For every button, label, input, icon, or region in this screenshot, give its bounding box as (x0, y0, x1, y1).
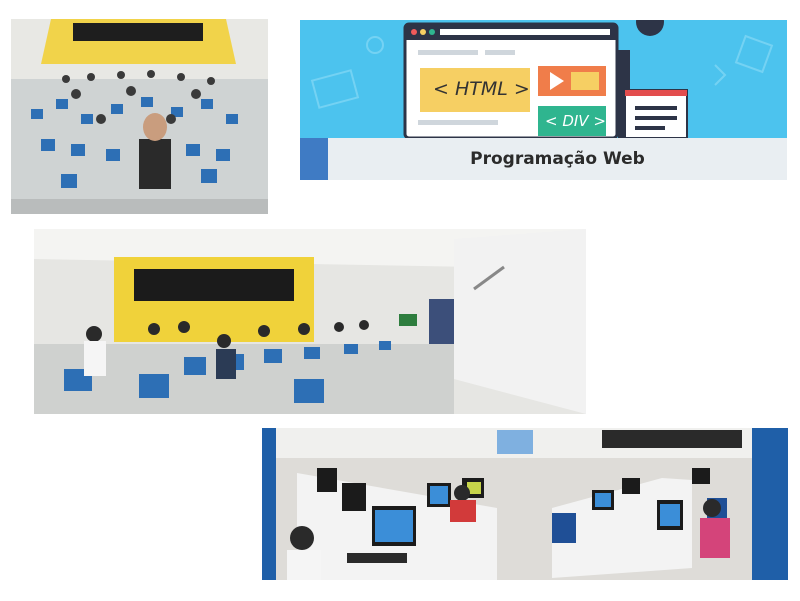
classroom-panorama-photo (34, 229, 586, 414)
banner-title-bar: Programação Web (300, 138, 787, 180)
classroom-selfie-photo (11, 19, 268, 214)
banner-title: Programação Web (470, 149, 645, 169)
html-tag-label: < HTML > (433, 78, 530, 100)
computer-lab-panorama-photo (262, 428, 788, 580)
div-tag-label: < DIV > (545, 112, 606, 130)
programacao-web-banner: < HTML > < DIV > Programação Web (300, 20, 787, 180)
banner-accent-block (300, 138, 328, 180)
